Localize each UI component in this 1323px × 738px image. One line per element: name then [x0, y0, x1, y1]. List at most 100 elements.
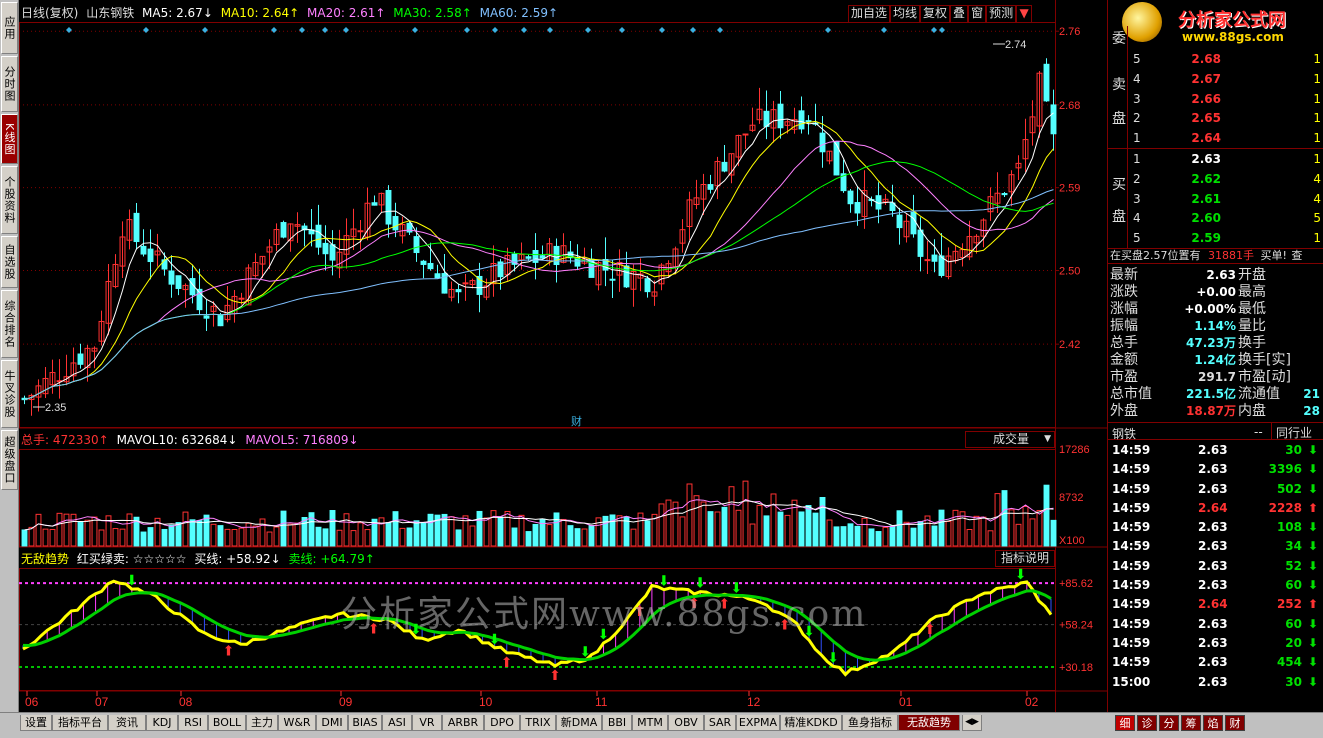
- buy-arrow-icon: ⬆: [549, 668, 561, 684]
- volume-indicator-select[interactable]: 成交量 ▼: [965, 431, 1055, 448]
- candle-body: [532, 249, 539, 263]
- chart-toolbar: 加自选 均线 复权 叠 窗 预测 ▼: [848, 5, 1033, 23]
- mavol10: MAVOL10: 632684↓: [116, 433, 238, 447]
- volume-bar: [49, 528, 56, 547]
- ask-level: 5: [1133, 52, 1141, 66]
- tab-apps[interactable]: 应用: [1, 2, 18, 54]
- indicator-tab[interactable]: BBI: [602, 715, 632, 731]
- window-button[interactable]: 窗: [968, 5, 987, 23]
- ask-row[interactable]: 2 2.65 1: [1132, 109, 1322, 129]
- indicator-tab[interactable]: OBV: [668, 715, 704, 731]
- alert-text: 在买盘2.57位置有: [1110, 249, 1201, 262]
- volume-bar: [819, 497, 826, 547]
- toolbar-dropdown-icon[interactable]: ▼: [1016, 5, 1033, 23]
- buy-label-2: 盘: [1112, 209, 1126, 225]
- indicator-tab[interactable]: 设置: [20, 715, 52, 731]
- indicator-tab[interactable]: ASI: [382, 715, 412, 731]
- candle-body: [798, 110, 805, 130]
- indicator-tab[interactable]: 无敌趋势: [898, 715, 960, 731]
- logo: 分析家公式网 www.88gs.com: [1108, 0, 1323, 50]
- candle-body: [462, 282, 469, 285]
- indicator-tab[interactable]: VR: [412, 715, 442, 731]
- adjust-button[interactable]: 复权: [920, 5, 951, 23]
- forecast-button[interactable]: 预测: [986, 5, 1017, 23]
- panel-tab[interactable]: 细: [1115, 715, 1135, 731]
- tab-ranking[interactable]: 综合排名: [1, 290, 18, 358]
- ask-row[interactable]: 5 2.68 1: [1132, 50, 1322, 70]
- alert-check-link[interactable]: 查: [1291, 249, 1302, 262]
- panel-tab[interactable]: 筹: [1181, 715, 1201, 731]
- ask-row[interactable]: 1 2.64 1: [1132, 129, 1322, 149]
- indicator-tab[interactable]: BIAS: [348, 715, 382, 731]
- bid-row[interactable]: 5 2.59 1: [1132, 229, 1322, 249]
- volume-bar: [847, 523, 854, 547]
- indicator-tab[interactable]: KDJ: [146, 715, 178, 731]
- tab-super-quote[interactable]: 超级盘口: [1, 430, 18, 490]
- bid-row[interactable]: 1 2.63 1: [1132, 150, 1322, 170]
- indicator-tab[interactable]: 精准KDKD: [780, 715, 842, 731]
- scroll-arrows-icon[interactable]: ◀▶: [962, 715, 982, 731]
- volume-bar: [518, 514, 525, 547]
- panel-tab[interactable]: 分: [1159, 715, 1179, 731]
- tick-price: 2.63: [1198, 655, 1228, 670]
- chart-area[interactable]: 2.76 2.68 2.59 2.50 2.42 2.74 2.35 财 17286 8732 X1…: [19, 0, 1107, 712]
- indicator-tab[interactable]: DMI: [316, 715, 348, 731]
- indicator-tab[interactable]: SAR: [704, 715, 736, 731]
- tab-diagnosis[interactable]: 牛叉诊股: [1, 360, 18, 428]
- indicator-tab[interactable]: ARBR: [442, 715, 484, 731]
- indicator-tab[interactable]: MTM: [632, 715, 668, 731]
- indicator-axis-label: +30.18: [1059, 662, 1093, 674]
- sell-side-label: 委 卖 盘: [1108, 26, 1128, 150]
- volume-bar: [399, 527, 406, 547]
- tab-watchlist[interactable]: 自选股: [1, 236, 18, 288]
- ask-row[interactable]: 3 2.66 1: [1132, 90, 1322, 110]
- indicator-tab[interactable]: 鱼身指标: [842, 715, 898, 731]
- panel-tab[interactable]: 焰: [1203, 715, 1223, 731]
- volume-bar: [945, 521, 952, 547]
- indicator-help-button[interactable]: 指标说明: [995, 550, 1055, 567]
- indicator-tab[interactable]: TRIX: [520, 715, 556, 731]
- ma5-line: [24, 112, 1054, 401]
- indicator-tab[interactable]: EXPMA: [736, 715, 780, 731]
- tab-intraday[interactable]: 分时图: [1, 56, 18, 112]
- panel-tab[interactable]: 诊: [1137, 715, 1157, 731]
- indicator-tab[interactable]: 新DMA: [556, 715, 602, 731]
- tick-price: 2.63: [1198, 539, 1228, 554]
- tick-volume: 60: [1285, 616, 1302, 631]
- indicator-tab[interactable]: W&R: [278, 715, 316, 731]
- indicator-tab[interactable]: RSI: [178, 715, 208, 731]
- ma-button[interactable]: 均线: [890, 5, 921, 23]
- overlay-button[interactable]: 叠: [950, 5, 969, 23]
- tab-kline[interactable]: K线图: [1, 114, 18, 164]
- quote-key2: 最低: [1238, 301, 1266, 317]
- big-order-alert[interactable]: 在买盘2.57位置有 31881手 买单! 查: [1108, 248, 1323, 264]
- add-watchlist-button[interactable]: 加自选: [848, 5, 891, 23]
- volume-axis-label: 8732: [1059, 492, 1083, 504]
- indicator-tab[interactable]: 资讯: [108, 715, 146, 731]
- logo-url: www.88gs.com: [1182, 30, 1284, 44]
- volume-bar: [245, 522, 252, 547]
- indicator-tab[interactable]: 指标平台: [52, 715, 108, 731]
- panel-tab[interactable]: 财: [1225, 715, 1245, 731]
- bid-row[interactable]: 2 2.62 4: [1132, 170, 1322, 190]
- bid-volume: 5: [1313, 211, 1321, 226]
- volume-bar: [581, 528, 588, 547]
- volume-bar: [392, 511, 399, 547]
- bid-row[interactable]: 4 2.60 5: [1132, 209, 1322, 229]
- indicator-tab[interactable]: 主力: [246, 715, 278, 731]
- candle-body: [371, 202, 378, 206]
- signal-diamond-icon: [464, 27, 470, 33]
- peer-industry-button[interactable]: 同行业: [1271, 423, 1316, 440]
- volume-bar: [259, 518, 266, 547]
- volume-bar: [70, 513, 77, 547]
- quote-key: 市盈: [1110, 369, 1138, 385]
- indicator-tab[interactable]: BOLL: [208, 715, 246, 731]
- tab-stock-profile[interactable]: 个股资料: [1, 166, 18, 234]
- bid-row[interactable]: 3 2.61 4: [1132, 190, 1322, 210]
- indicator-tab[interactable]: DPO: [484, 715, 520, 731]
- ask-row[interactable]: 4 2.67 1: [1132, 70, 1322, 90]
- volume-bar: [266, 531, 273, 547]
- candle-body: [147, 248, 154, 263]
- volume-bar: [588, 525, 595, 547]
- quote-value: 1.24亿: [1194, 353, 1236, 367]
